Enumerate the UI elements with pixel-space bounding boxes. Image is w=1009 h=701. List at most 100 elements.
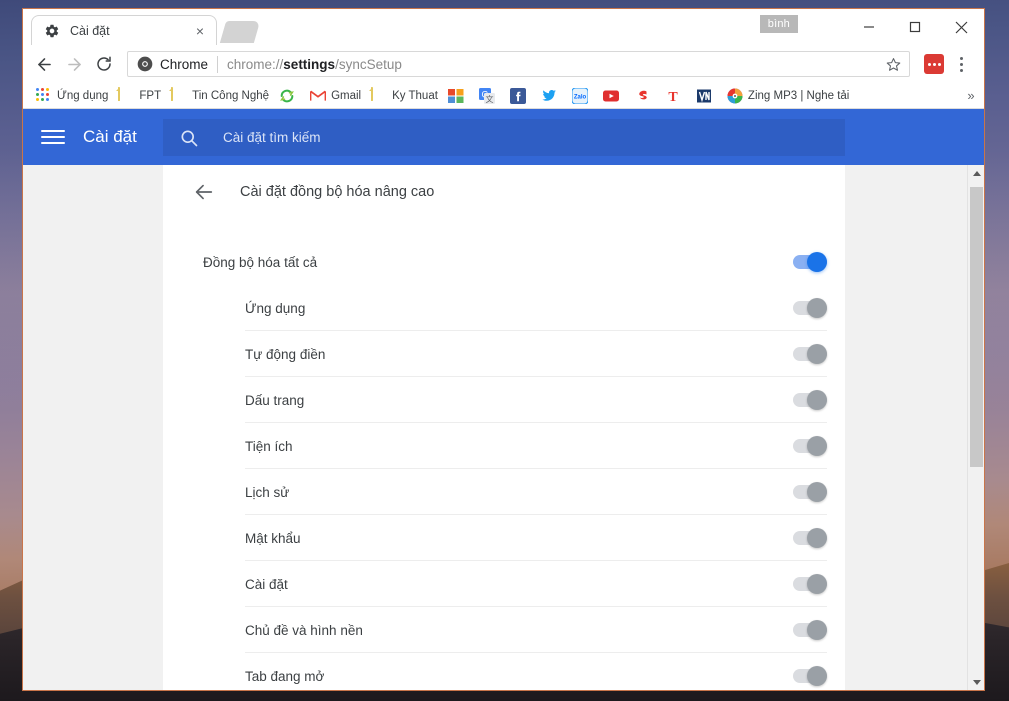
scroll-up-button[interactable] xyxy=(968,165,984,182)
bookmark-item-zing-mp3[interactable]: Zing MP3 | Nghe tải xyxy=(722,85,854,107)
bookmark-item-sticker[interactable] xyxy=(629,85,660,107)
url-bold: settings xyxy=(283,56,336,72)
toggle-autofill[interactable] xyxy=(793,344,827,364)
bookmark-apps[interactable]: Ứng dụng xyxy=(31,85,113,107)
forward-button[interactable] xyxy=(59,49,89,79)
row-label: Tự động điền xyxy=(245,346,326,362)
toggle-passwords[interactable] xyxy=(793,528,827,548)
row-label: Ứng dụng xyxy=(245,300,306,316)
window-controls xyxy=(846,9,984,45)
star-icon[interactable] xyxy=(883,57,903,72)
bookmark-item-zalo[interactable]: Zalo xyxy=(567,85,598,107)
browser-window: Cài đặt × bình Chrome chrome://settings/… xyxy=(22,8,985,691)
row-settings[interactable]: Cài đặt xyxy=(163,561,845,607)
card-heading: Cài đặt đồng bộ hóa nâng cao xyxy=(240,184,435,200)
title-bar: Cài đặt × bình xyxy=(23,9,984,45)
toggle-extensions[interactable] xyxy=(793,436,827,456)
row-passwords[interactable]: Mật khẩu xyxy=(163,515,845,561)
facebook-icon xyxy=(509,87,526,104)
bookmark-item-t-site[interactable]: T xyxy=(660,85,691,107)
t-letter-icon: T xyxy=(665,88,681,105)
security-chip-label: Chrome xyxy=(160,56,209,72)
toggle-settings[interactable] xyxy=(793,574,827,594)
bookmark-item-tin-cong-nghe[interactable]: Tin Công Nghệ xyxy=(166,85,274,107)
svg-text:Zalo: Zalo xyxy=(574,94,587,100)
close-icon[interactable]: × xyxy=(192,23,208,39)
new-tab-button[interactable] xyxy=(219,21,261,43)
bookmark-item-ky-thuat[interactable]: Ky Thuat xyxy=(366,85,443,107)
sync-icon xyxy=(279,88,295,104)
bookmark-item-youtube[interactable] xyxy=(598,85,629,107)
folder-icon xyxy=(118,86,134,104)
toggle-history[interactable] xyxy=(793,482,827,502)
arrow-left-icon[interactable] xyxy=(193,181,215,203)
toggle-bookmarks[interactable] xyxy=(793,390,827,410)
bookmark-item-fpt[interactable]: FPT xyxy=(113,85,166,107)
toggle-apps[interactable] xyxy=(793,298,827,318)
bookmarks-bar: Ứng dụng FPT Tin Công Nghệ Gmail Ky Thua… xyxy=(23,83,984,109)
close-button[interactable] xyxy=(938,9,984,45)
gmail-icon xyxy=(309,88,327,104)
back-button[interactable] xyxy=(29,49,59,79)
page-title: Cài đặt xyxy=(83,127,137,146)
toggle-sync-everything[interactable] xyxy=(793,252,827,272)
row-open-tabs[interactable]: Tab đang mở xyxy=(163,653,845,690)
toggle-open-tabs[interactable] xyxy=(793,666,827,686)
reload-button[interactable] xyxy=(89,49,119,79)
toggle-themes-wallpapers[interactable] xyxy=(793,620,827,640)
scroll-down-button[interactable] xyxy=(968,674,984,690)
extension-icon[interactable] xyxy=(924,54,944,74)
address-bar[interactable]: Chrome chrome://settings/syncSetup xyxy=(127,51,910,77)
row-label: Tab đang mở xyxy=(245,668,325,684)
apps-grid-icon xyxy=(36,87,52,104)
bookmarks-overflow-icon[interactable]: » xyxy=(962,86,980,104)
svg-text:文: 文 xyxy=(485,94,493,104)
row-label: Mật khẩu xyxy=(245,530,301,546)
sync-rows: Đồng bộ hóa tất cả Ứng dụng Tự động điền… xyxy=(163,213,845,690)
page-scrollbar[interactable] xyxy=(967,165,984,690)
twitter-icon xyxy=(541,88,557,104)
scrollbar-thumb[interactable] xyxy=(970,187,983,467)
search-input[interactable]: Cài đặt tìm kiếm xyxy=(163,119,845,156)
search-icon xyxy=(179,128,199,148)
bookmark-item-twitter[interactable] xyxy=(536,85,567,107)
row-themes-wallpapers[interactable]: Chủ đề và hình nền xyxy=(163,607,845,653)
row-apps[interactable]: Ứng dụng xyxy=(163,285,845,331)
google-translate-icon: G文 xyxy=(478,87,495,104)
url-suffix: /syncSetup xyxy=(335,56,402,72)
page-viewport: Cài đặt Cài đặt tìm kiếm Cài đặt đồng bộ… xyxy=(23,109,984,690)
zalo-icon: Zalo xyxy=(571,87,589,104)
bookmark-item-gmail[interactable]: Gmail xyxy=(305,85,366,107)
bookmark-item-vn-site[interactable] xyxy=(691,85,722,107)
settings-header: Cài đặt Cài đặt tìm kiếm xyxy=(23,109,984,165)
minimize-button[interactable] xyxy=(846,9,892,45)
settings-card: Cài đặt đồng bộ hóa nâng cao Đồng bộ hóa… xyxy=(163,165,845,690)
youtube-icon xyxy=(602,88,619,104)
bookmark-item-google-translate[interactable]: G文 xyxy=(474,85,505,107)
settings-body: Cài đặt đồng bộ hóa nâng cao Đồng bộ hóa… xyxy=(23,165,984,690)
svg-text:T: T xyxy=(668,90,678,104)
url-prefix: chrome:// xyxy=(227,56,284,72)
profile-chip[interactable]: bình xyxy=(759,15,798,33)
row-label: Đồng bộ hóa tất cả xyxy=(203,254,318,270)
row-history[interactable]: Lịch sử xyxy=(163,469,845,515)
menu-icon[interactable] xyxy=(41,125,65,149)
maximize-button[interactable] xyxy=(892,9,938,45)
bookmark-item-facebook[interactable] xyxy=(505,85,536,107)
browser-tab[interactable]: Cài đặt × xyxy=(31,15,217,45)
bookmark-item-sync[interactable] xyxy=(274,85,305,107)
row-sync-everything[interactable]: Đồng bộ hóa tất cả xyxy=(163,239,845,285)
row-label: Tiện ích xyxy=(245,438,293,454)
bookmark-apps-label: Ứng dụng xyxy=(57,89,109,102)
bookmark-label: Tin Công Nghệ xyxy=(192,89,270,102)
row-label: Cài đặt xyxy=(245,576,288,592)
vn-letter-icon xyxy=(696,88,712,104)
row-autofill[interactable]: Tự động điền xyxy=(163,331,845,377)
row-bookmarks[interactable]: Dấu trang xyxy=(163,377,845,423)
row-extensions[interactable]: Tiện ích xyxy=(163,423,845,469)
card-header: Cài đặt đồng bộ hóa nâng cao xyxy=(163,171,845,213)
bookmark-item-office[interactable] xyxy=(443,85,474,107)
chrome-menu-icon[interactable] xyxy=(948,49,974,79)
chrome-icon xyxy=(137,56,153,72)
bookmark-label: Zing MP3 | Nghe tải xyxy=(747,89,850,102)
